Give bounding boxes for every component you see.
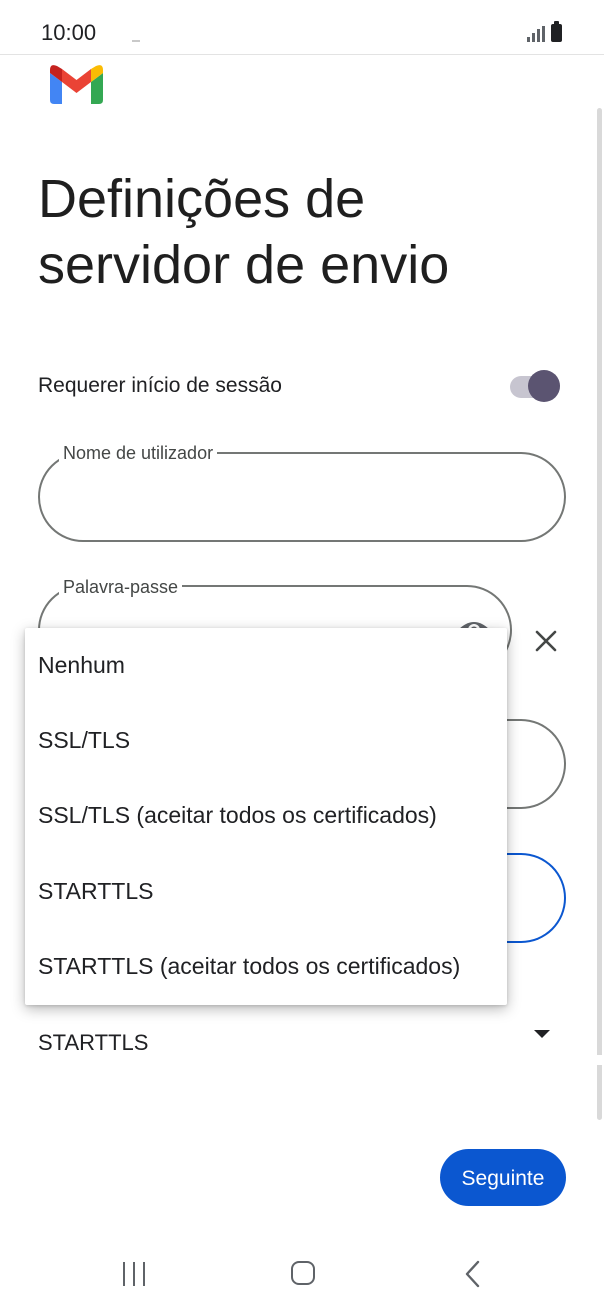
content-clip [0, 1055, 604, 1065]
next-button[interactable]: Seguinte [440, 1149, 566, 1206]
menu-item-starttls[interactable]: STARTTLS [25, 854, 507, 929]
page-title: Definições de servidor de envio [38, 169, 450, 295]
gmail-logo-icon [50, 65, 103, 104]
battery-icon [551, 21, 562, 42]
username-field[interactable] [38, 452, 566, 542]
signal-icon [527, 26, 545, 42]
chevron-down-icon[interactable] [534, 1030, 550, 1038]
scrollbar[interactable] [597, 108, 602, 1120]
menu-item-ssl-tls[interactable]: SSL/TLS [25, 703, 507, 778]
back-icon[interactable] [463, 1260, 483, 1288]
menu-item-none[interactable]: Nenhum [25, 628, 507, 703]
status-time: 10:00 [41, 20, 97, 45]
home-icon[interactable] [291, 1261, 315, 1285]
notification-dot [132, 40, 140, 42]
require-login-label: Requerer início de sessão [38, 374, 282, 397]
menu-item-starttls-all-certs[interactable]: STARTTLS (aceitar todos os certificados) [25, 929, 507, 1004]
security-options-menu: Nenhum SSL/TLS SSL/TLS (aceitar todos os… [25, 628, 507, 1005]
toggle-knob[interactable] [528, 370, 560, 402]
password-label: Palavra-passe [59, 577, 183, 598]
username-label: Nome de utilizador [59, 443, 218, 464]
close-icon[interactable] [530, 625, 562, 657]
security-selected-value: STARTTLS [38, 1030, 149, 1055]
menu-item-ssl-tls-all-certs[interactable]: SSL/TLS (aceitar todos os certificados) [25, 778, 507, 853]
recents-icon[interactable] [122, 1262, 146, 1286]
